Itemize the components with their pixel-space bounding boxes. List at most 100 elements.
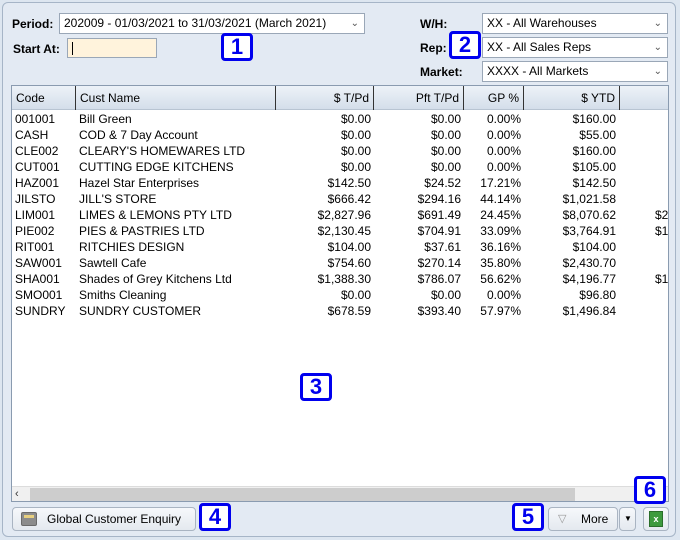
- cell-code: JILSTO: [15, 192, 56, 206]
- more-button[interactable]: ▽ More: [548, 507, 618, 531]
- more-label: More: [581, 512, 609, 526]
- cell-code: LIM001: [15, 208, 56, 222]
- cell-code: CUT001: [15, 160, 60, 174]
- cell-cust-name: LIMES & LEMONS PTY LTD: [79, 208, 232, 222]
- table-row[interactable]: PIE002 PIES & PASTRIES LTD $2,130.45 $704.9…: [12, 223, 668, 239]
- cell-code: HAZ001: [15, 176, 60, 190]
- warehouse-select[interactable]: XX - All Warehouses ⌄: [482, 13, 668, 34]
- cell-tpd: $0.00: [340, 288, 371, 302]
- cell-cust-name: PIES & PASTRIES LTD: [79, 224, 205, 238]
- table-row[interactable]: SUNDRY SUNDRY CUSTOMER $678.59 $393.40 57.97…: [12, 303, 668, 319]
- cell-extra: $2: [655, 208, 669, 222]
- period-select[interactable]: 202009 - 01/03/2021 to 31/03/2021 (March…: [59, 13, 365, 34]
- cell-pft-tpd: $294.16: [417, 192, 461, 206]
- column-header-cust-name[interactable]: Cust Name: [76, 86, 276, 110]
- cell-code: RIT001: [15, 240, 55, 254]
- cell-code: SMO001: [15, 288, 63, 302]
- column-header-code[interactable]: Code: [12, 86, 76, 110]
- table-row[interactable]: CLE002 CLEARY'S HOMEWARES LTD $0.00 $0.00 0.…: [12, 143, 668, 159]
- cell-extra: $1: [655, 272, 669, 286]
- cell-pft-tpd: $24.52: [424, 176, 461, 190]
- callout-badge-4: 4: [199, 503, 231, 531]
- cell-cust-name: Sawtell Cafe: [79, 256, 147, 270]
- cell-code: SHA001: [15, 272, 60, 286]
- cell-tpd: $1,388.30: [317, 272, 371, 286]
- market-label: Market:: [420, 65, 463, 79]
- rep-value: XX - All Sales Reps: [487, 40, 592, 54]
- cell-gp: 17.21%: [480, 176, 521, 190]
- table-row[interactable]: LIM001 LIMES & LEMONS PTY LTD $2,827.96 $69…: [12, 207, 668, 223]
- cell-ytd: $105.00: [572, 160, 616, 174]
- cell-gp: 0.00%: [486, 288, 521, 302]
- text-caret: [72, 42, 73, 55]
- cell-pft-tpd: $0.00: [430, 288, 461, 302]
- horizontal-scrollbar[interactable]: ‹: [12, 486, 668, 501]
- market-select[interactable]: XXXX - All Markets ⌄: [482, 61, 668, 82]
- cell-ytd: $8,070.62: [562, 208, 616, 222]
- start-at-input[interactable]: [67, 38, 157, 58]
- column-header-extra[interactable]: [620, 86, 668, 110]
- cell-pft-tpd: $0.00: [430, 128, 461, 142]
- table-row[interactable]: SMO001 Smiths Cleaning $0.00 $0.00 0.00% $96.…: [12, 287, 668, 303]
- table-row[interactable]: CASH COD & 7 Day Account $0.00 $0.00 0.00% $5…: [12, 127, 668, 143]
- start-at-label: Start At:: [13, 42, 60, 56]
- rep-select[interactable]: XX - All Sales Reps ⌄: [482, 37, 668, 58]
- cell-gp: 0.00%: [486, 128, 521, 142]
- callout-badge-2: 2: [449, 31, 481, 59]
- cell-gp: 0.00%: [486, 160, 521, 174]
- cell-code: 001001: [15, 112, 56, 126]
- more-dropdown-button[interactable]: ▼: [619, 507, 636, 531]
- cell-cust-name: SUNDRY CUSTOMER: [79, 304, 202, 318]
- table-row[interactable]: SAW001 Sawtell Cafe $754.60 $270.14 35.80% $2…: [12, 255, 668, 271]
- scrollbar-thumb[interactable]: [30, 488, 575, 501]
- table-row[interactable]: CUT001 CUTTING EDGE KITCHENS $0.00 $0.00 0.0…: [12, 159, 668, 175]
- cell-gp: 36.16%: [480, 240, 521, 254]
- wh-label: W/H:: [420, 17, 448, 31]
- cell-ytd: $104.00: [572, 240, 616, 254]
- column-header-pft-tpd[interactable]: Pft T/Pd: [374, 86, 464, 110]
- rep-label: Rep:: [420, 41, 447, 55]
- cell-pft-tpd: $0.00: [430, 160, 461, 174]
- cell-code: SUNDRY: [15, 304, 66, 318]
- cell-pft-tpd: $0.00: [430, 112, 461, 126]
- cabinet-icon: [21, 512, 37, 526]
- cell-gp: 24.45%: [480, 208, 521, 222]
- table-row[interactable]: RIT001 RITCHIES DESIGN $104.00 $37.61 36.16%…: [12, 239, 668, 255]
- table-row[interactable]: 001001 Bill Green $0.00 $0.00 0.00% $160.00: [12, 111, 668, 127]
- table-row[interactable]: JILSTO JILL'S STORE $666.42 $294.16 44.14% $1…: [12, 191, 668, 207]
- cell-gp: 0.00%: [486, 144, 521, 158]
- table-row[interactable]: HAZ001 Hazel Star Enterprises $142.50 $24.5…: [12, 175, 668, 191]
- cell-pft-tpd: $0.00: [430, 144, 461, 158]
- cell-ytd: $160.00: [572, 112, 616, 126]
- cell-cust-name: CUTTING EDGE KITCHENS: [79, 160, 234, 174]
- cell-ytd: $160.00: [572, 144, 616, 158]
- cell-gp: 57.97%: [480, 304, 521, 318]
- scroll-left-icon[interactable]: ‹: [15, 487, 19, 501]
- global-customer-enquiry-button[interactable]: Global Customer Enquiry: [12, 507, 196, 531]
- column-header-tpd[interactable]: $ T/Pd: [276, 86, 374, 110]
- period-value: 202009 - 01/03/2021 to 31/03/2021 (March…: [64, 16, 327, 30]
- cell-tpd: $0.00: [340, 128, 371, 142]
- table-row[interactable]: SHA001 Shades of Grey Kitchens Ltd $1,388.…: [12, 271, 668, 287]
- export-excel-button[interactable]: x: [643, 507, 669, 531]
- cell-tpd: $2,827.96: [317, 208, 371, 222]
- callout-badge-6: 6: [634, 476, 666, 504]
- cell-tpd: $678.59: [327, 304, 371, 318]
- cell-tpd: $754.60: [327, 256, 371, 270]
- cell-cust-name: JILL'S STORE: [79, 192, 157, 206]
- cell-ytd: $96.80: [579, 288, 616, 302]
- cell-tpd: $104.00: [327, 240, 371, 254]
- cell-pft-tpd: $37.61: [424, 240, 461, 254]
- grid-rows: 001001 Bill Green $0.00 $0.00 0.00% $160.00 CA…: [12, 111, 668, 319]
- column-header-gp[interactable]: GP %: [464, 86, 524, 110]
- cell-tpd: $0.00: [340, 112, 371, 126]
- cell-code: SAW001: [15, 256, 62, 270]
- cell-code: CASH: [15, 128, 49, 142]
- cell-gp: 33.09%: [480, 224, 521, 238]
- cell-cust-name: CLEARY'S HOMEWARES LTD: [79, 144, 246, 158]
- market-value: XXXX - All Markets: [487, 64, 589, 78]
- chevron-down-icon: ⌄: [653, 66, 662, 77]
- excel-icon: x: [649, 511, 663, 527]
- callout-badge-5: 5: [512, 503, 544, 531]
- column-header-ytd[interactable]: $ YTD: [524, 86, 620, 110]
